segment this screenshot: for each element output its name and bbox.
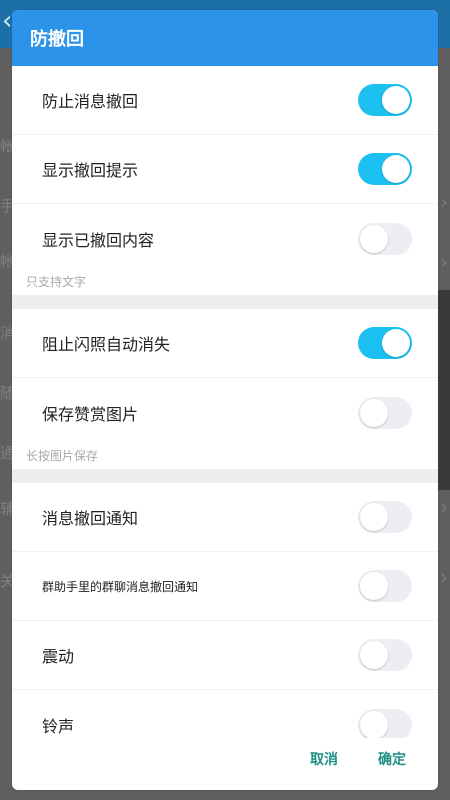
toggle-knob <box>360 224 388 253</box>
setting-row-prevent-recall[interactable]: 防止消息撤回 <box>12 66 438 135</box>
toggle-knob <box>382 86 410 114</box>
chevron-right-icon: › <box>440 250 448 274</box>
section-divider <box>12 469 438 483</box>
setting-label: 消息撤回通知 <box>42 509 139 528</box>
toggle-knob <box>360 503 388 531</box>
setting-row-group-assistant-recall-notification[interactable]: 群助手里的群聊消息撤回通知 <box>12 552 438 621</box>
setting-row-prevent-flash-photo-disappear[interactable]: 阻止闪照自动消失 <box>12 309 438 378</box>
anti-recall-dialog: 防撤回 防止消息撤回 显示撤回提示 显示已撤回内容 只支持文字 阻止闪照自动消失… <box>12 10 438 790</box>
setting-row-show-recall-tip[interactable]: 显示撤回提示 <box>12 135 438 204</box>
confirm-button[interactable]: 确定 <box>378 749 406 769</box>
cancel-button[interactable]: 取消 <box>310 749 338 769</box>
toggle-switch[interactable] <box>358 396 412 429</box>
toggle-switch[interactable] <box>358 327 412 359</box>
toggle-switch[interactable] <box>358 570 412 602</box>
toggle-knob <box>382 155 410 183</box>
setting-row-vibration[interactable]: 震动 <box>12 621 438 690</box>
setting-row-save-reward-images[interactable]: 保存赞赏图片 <box>12 378 438 447</box>
toggle-switch[interactable] <box>358 222 412 255</box>
toggle-knob <box>382 329 410 357</box>
chevron-right-icon: › <box>440 495 448 519</box>
setting-label: 防止消息撤回 <box>42 92 139 111</box>
dialog-title: 防撤回 <box>30 29 84 50</box>
setting-row-recall-notification[interactable]: 消息撤回通知 <box>12 483 438 552</box>
chevron-right-icon: › <box>440 565 448 589</box>
dialog-footer: 取消 确定 <box>12 728 438 790</box>
toggle-switch[interactable] <box>358 84 412 116</box>
toggle-switch[interactable] <box>358 153 412 185</box>
dialog-header: 防撤回 <box>12 10 438 66</box>
back-arrow-icon: ‹ <box>2 6 13 36</box>
setting-label: 保存赞赏图片 <box>42 404 139 424</box>
setting-label: 群助手里的群聊消息撤回通知 <box>42 579 199 594</box>
toggle-knob <box>360 641 388 669</box>
settings-list[interactable]: 防止消息撤回 显示撤回提示 显示已撤回内容 只支持文字 阻止闪照自动消失 保存赞… <box>12 66 438 738</box>
setting-hint: 长按图片保存 <box>26 449 99 463</box>
setting-label: 阻止闪照自动消失 <box>42 335 171 354</box>
background-scroll-block <box>438 290 450 490</box>
setting-row-show-recalled-content[interactable]: 显示已撤回内容 <box>12 204 438 273</box>
setting-label: 震动 <box>42 647 75 666</box>
toggle-switch[interactable] <box>358 501 412 533</box>
section-divider <box>12 295 438 309</box>
toggle-knob <box>360 398 388 427</box>
setting-label: 显示已撤回内容 <box>42 230 155 250</box>
chevron-right-icon: › <box>440 190 448 214</box>
toggle-switch[interactable] <box>358 639 412 671</box>
toggle-knob <box>360 572 388 600</box>
setting-label: 显示撤回提示 <box>42 161 139 180</box>
setting-hint: 只支持文字 <box>26 275 87 289</box>
